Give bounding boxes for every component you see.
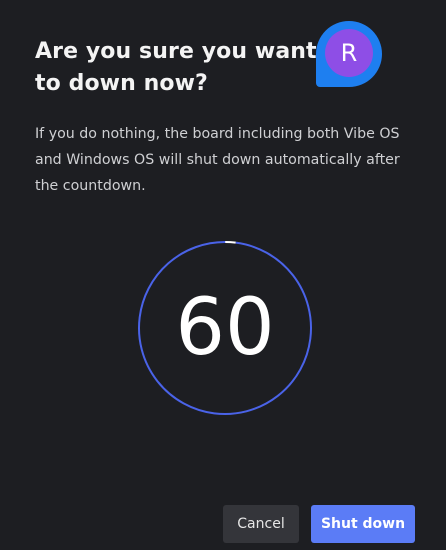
dialog-title: Are you sure you want to down now?: [35, 39, 317, 96]
shut-down-button[interactable]: Shut down: [311, 505, 415, 543]
cancel-button[interactable]: Cancel: [223, 505, 299, 543]
countdown-value: 60: [175, 283, 275, 373]
avatar: R: [325, 29, 373, 77]
user-avatar-badge[interactable]: R: [316, 21, 382, 87]
countdown-timer: 60: [137, 240, 313, 416]
dialog-description: If you do nothing, the board including b…: [35, 126, 400, 194]
shutdown-dialog: Are you sure you want to down now? R If …: [0, 0, 446, 550]
